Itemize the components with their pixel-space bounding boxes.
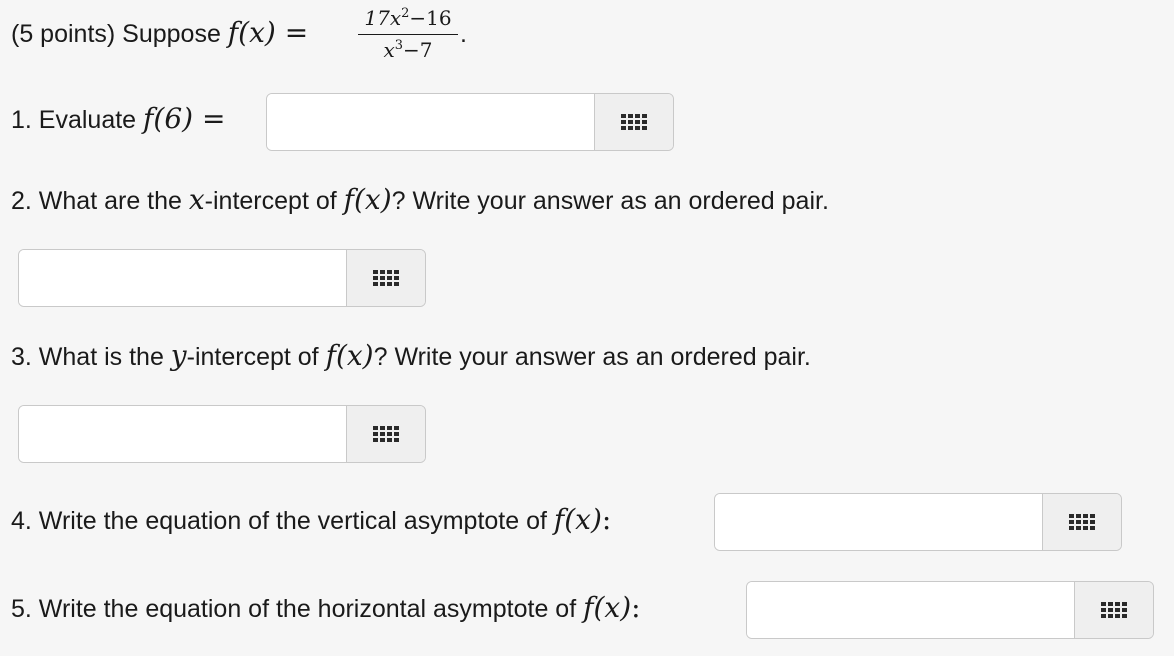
grid-keypad-icon	[1069, 514, 1095, 530]
answer-3-keypad-button[interactable]	[346, 406, 425, 462]
answer-5	[746, 581, 1154, 639]
intro-prefix: (5 points) Suppose	[11, 20, 228, 48]
question-4-label: 4. Write the equation of the vertical as…	[11, 503, 612, 536]
question-5-label: 5. Write the equation of the horizontal …	[11, 591, 641, 624]
answer-2-input[interactable]	[19, 250, 346, 306]
answer-2-keypad-button[interactable]	[346, 250, 425, 306]
fraction-denominator: x3−7	[383, 38, 433, 62]
question-1-label: 1. Evaluate f(6) =	[11, 102, 226, 135]
intro-period: .	[460, 20, 467, 48]
answer-4-keypad-button[interactable]	[1042, 494, 1121, 550]
answer-4	[714, 493, 1122, 551]
answer-3-input[interactable]	[19, 406, 346, 462]
problem-statement: (5 points) Suppose f(x) =	[11, 16, 308, 49]
fraction-bar	[358, 34, 458, 35]
answer-4-input[interactable]	[715, 494, 1042, 550]
question-2-label: 2. What are the x-intercept of f(x)? Wri…	[11, 183, 829, 216]
intro-function: f(x)	[227, 16, 276, 49]
answer-2	[18, 249, 426, 307]
grid-keypad-icon	[373, 270, 399, 286]
q1-expression: f(6)	[143, 102, 194, 135]
question-3-label: 3. What is the y-intercept of f(x)? Writ…	[11, 339, 811, 372]
answer-5-input[interactable]	[747, 582, 1074, 638]
answer-5-keypad-button[interactable]	[1074, 582, 1153, 638]
grid-keypad-icon	[373, 426, 399, 442]
grid-keypad-icon	[621, 114, 647, 130]
answer-1-input[interactable]	[267, 94, 594, 150]
answer-1	[266, 93, 674, 151]
fraction-numerator: 17x2−16	[364, 6, 452, 30]
function-fraction: 17x2−16 x3−7	[358, 4, 458, 63]
answer-1-keypad-button[interactable]	[594, 94, 673, 150]
grid-keypad-icon	[1101, 602, 1127, 618]
answer-3	[18, 405, 426, 463]
intro-equals: =	[275, 16, 309, 49]
